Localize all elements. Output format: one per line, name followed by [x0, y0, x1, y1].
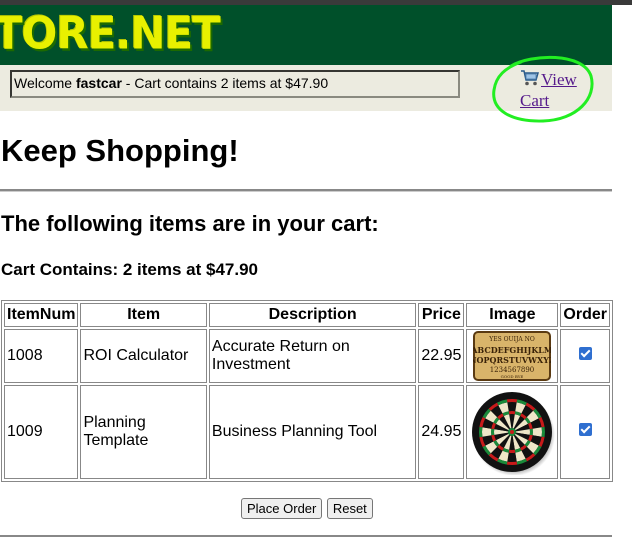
reset-button[interactable]: Reset	[326, 498, 373, 519]
dartboard-segment	[509, 449, 516, 453]
dartboard-segment	[509, 411, 516, 415]
form-actions: Place Order Reset	[241, 498, 373, 519]
dartboard-segment	[542, 426, 546, 438]
welcome-message: Welcome fastcar - Cart contains 2 items …	[10, 70, 460, 98]
item-num-cell: 1008	[4, 329, 79, 383]
column-header-itemnum: ItemNum	[4, 303, 79, 327]
item-price-cell: 22.95	[418, 329, 465, 383]
order-cell[interactable]	[560, 329, 610, 383]
username: fastcar	[75, 75, 122, 91]
column-header-description: Description	[208, 303, 417, 327]
table-header-row: ItemNum Item Description Price Image Ord…	[4, 303, 610, 327]
bottom-divider	[0, 535, 612, 537]
item-name-cell: Planning Template	[80, 385, 207, 479]
item-num-cell: 1009	[4, 385, 79, 479]
order-checkbox[interactable]	[578, 423, 592, 436]
dartboard-segment	[507, 399, 518, 403]
annotation-circle	[492, 55, 594, 123]
item-name-cell: ROI Calculator	[80, 329, 207, 383]
svg-text:ABCDEFGHIJKLM: ABCDEFGHIJKLM	[473, 345, 551, 355]
page-title: Keep Shopping!	[1, 133, 239, 168]
svg-text:NOPQRSTUVWXYZ: NOPQRSTUVWXYZ	[473, 355, 551, 365]
dartboard-segment	[507, 402, 518, 412]
site-logo: TORE.NET	[0, 7, 221, 60]
cart-heading: The following items are in your cart:	[1, 211, 379, 236]
table-row: 1008 ROI Calculator Accurate Return on I…	[4, 329, 610, 383]
column-header-order: Order	[560, 303, 610, 327]
divider	[0, 189, 612, 192]
item-description-cell: Business Planning Tool	[208, 385, 417, 479]
welcome-suffix: - Cart contains 2 items at $47.90	[121, 75, 329, 91]
dartboard-segment	[479, 426, 483, 438]
dartboard-segment	[507, 452, 518, 462]
order-cell[interactable]	[560, 385, 610, 479]
svg-text:YES OUIJA NO: YES OUIJA NO	[489, 336, 536, 343]
svg-text:GOOD BYE: GOOD BYE	[501, 374, 524, 379]
column-header-price: Price	[418, 303, 465, 327]
item-image-cell	[466, 385, 559, 479]
dartboard-segment	[482, 427, 492, 437]
cart-summary: Cart Contains: 2 items at $47.90	[1, 260, 258, 279]
item-description-cell: Accurate Return on Investment	[208, 329, 417, 383]
cart-table: ItemNum Item Description Price Image Ord…	[1, 300, 613, 482]
ouija-board-image: YES OUIJA NO ABCDEFGHIJKLM NOPQRSTUVWXYZ…	[473, 331, 552, 381]
dartboard-image	[472, 392, 556, 475]
place-order-button[interactable]: Place Order	[241, 498, 323, 519]
table-row: 1009 Planning Template Business Planning…	[4, 385, 610, 479]
order-checkbox[interactable]	[578, 347, 592, 360]
item-image-cell: YES OUIJA NO ABCDEFGHIJKLM NOPQRSTUVWXYZ…	[466, 329, 559, 383]
item-price-cell: 24.95	[418, 385, 465, 479]
column-header-image: Image	[466, 303, 559, 327]
dartboard-segment	[491, 428, 495, 436]
column-header-item: Item	[80, 303, 207, 327]
svg-text:1234567890: 1234567890	[490, 366, 535, 374]
dartboard-segment	[530, 428, 534, 436]
dartboard-segment	[507, 461, 518, 465]
dartboard-segment	[533, 427, 543, 437]
welcome-prefix: Welcome	[14, 75, 76, 91]
